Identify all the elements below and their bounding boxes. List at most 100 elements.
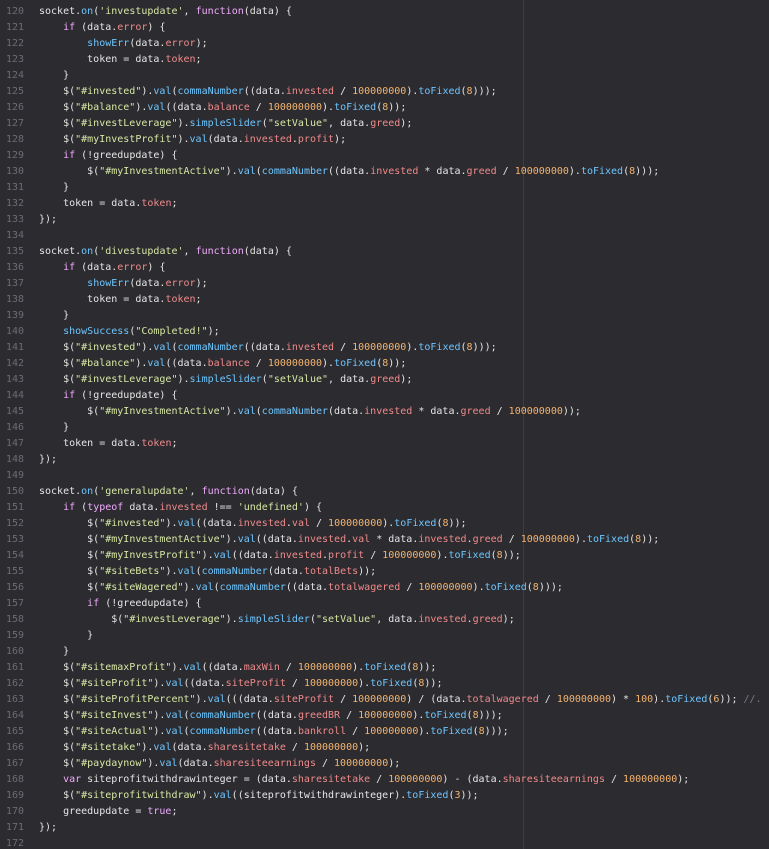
function-token: val xyxy=(189,134,208,145)
code-line[interactable]: 128 $("#myInvestProfit").val(data.invest… xyxy=(0,132,769,148)
line-code: } xyxy=(39,68,69,84)
line-number: 169 xyxy=(5,790,24,801)
code-line[interactable]: 153 $("#myInvestmentActive").val((data.i… xyxy=(0,532,769,548)
property-token: error xyxy=(117,262,148,273)
function-token: commaNumber xyxy=(261,166,329,177)
string-token: "setValue" xyxy=(315,614,377,625)
line-code: $("#balance").val((data.balance / 100000… xyxy=(39,356,406,372)
code-line[interactable]: 164 $("#siteInvest").val(commaNumber((da… xyxy=(0,708,769,724)
code-line[interactable]: 157 if (!greedupdate) { xyxy=(0,596,769,612)
code-text: data. xyxy=(123,502,160,513)
code-line[interactable]: 161 $("#sitemaxProfit").val((data.maxWin… xyxy=(0,660,769,676)
code-line[interactable]: 133}); xyxy=(0,212,769,228)
code-text: ). xyxy=(225,614,238,625)
line-code: showErr(data.error); xyxy=(39,276,207,292)
code-line[interactable]: 147 token = data.token; xyxy=(0,436,769,452)
code-line[interactable]: 127 $("#investLeverage").simpleSlider("s… xyxy=(0,116,769,132)
code-line[interactable]: 168 var siteprofitwithdrawinteger = (dat… xyxy=(0,772,769,788)
code-line[interactable]: 163 $("#siteProfitPercent").val(((data.s… xyxy=(0,692,769,708)
function-token: val xyxy=(183,662,202,673)
code-text: / xyxy=(364,550,383,561)
code-text: ). xyxy=(153,710,166,721)
code-text: $( xyxy=(39,790,76,801)
code-text: ). xyxy=(201,550,214,561)
code-line[interactable]: 162 $("#siteProfit").val((data.siteProfi… xyxy=(0,676,769,692)
code-line[interactable]: 167 $("#paydaynow").val(data.sharesiteea… xyxy=(0,756,769,772)
code-line[interactable]: 134 xyxy=(0,228,769,244)
code-line[interactable]: 155 $("#siteBets").val(commaNumber(data.… xyxy=(0,564,769,580)
code-line[interactable]: 125 $("#invested").val(commaNumber((data… xyxy=(0,84,769,100)
code-text: ); xyxy=(400,118,413,129)
code-line[interactable]: 169 $("#siteprofitwithdraw").val((sitepr… xyxy=(0,788,769,804)
code-text: $( xyxy=(39,518,100,529)
code-line[interactable]: 138 token = data.token; xyxy=(0,292,769,308)
line-number: 136 xyxy=(5,262,24,273)
code-text: ); xyxy=(388,758,401,769)
code-line[interactable]: 123 token = data.token; xyxy=(0,52,769,68)
code-line[interactable]: 170 greedupdate = true; xyxy=(0,804,769,820)
code-line[interactable]: 142 $("#balance").val((data.balance / 10… xyxy=(0,356,769,372)
line-code: $("#sitemaxProfit").val((data.maxWin / 1… xyxy=(39,660,436,676)
code-line[interactable]: 156 $("#siteWagered").val(commaNumber((d… xyxy=(0,580,769,596)
string-token: "#siteProfit" xyxy=(75,678,154,689)
code-line[interactable]: 154 $("#myInvestProfit").val((data.inves… xyxy=(0,548,769,564)
code-line[interactable]: 136 if (data.error) { xyxy=(0,260,769,276)
line-code: if (typeof data.invested !== 'undefined'… xyxy=(39,500,322,516)
code-line[interactable]: 141 $("#invested").val(commaNumber((data… xyxy=(0,340,769,356)
function-token: val xyxy=(147,102,166,113)
code-line[interactable]: 140 showSuccess("Completed!"); xyxy=(0,324,769,340)
code-line[interactable]: 137 showErr(data.error); xyxy=(0,276,769,292)
code-line[interactable]: 126 $("#balance").val((data.balance / 10… xyxy=(0,100,769,116)
code-text: / xyxy=(285,742,304,753)
function-token: val xyxy=(237,166,256,177)
code-line[interactable]: 130 $("#myInvestmentActive").val(commaNu… xyxy=(0,164,769,180)
property-token: error xyxy=(117,22,148,33)
code-line[interactable]: 131 } xyxy=(0,180,769,196)
code-line[interactable]: 152 $("#invested").val((data.invested.va… xyxy=(0,516,769,532)
code-text: $( xyxy=(39,118,76,129)
code-line[interactable]: 160 } xyxy=(0,644,769,660)
code-line[interactable]: 148}); xyxy=(0,452,769,468)
code-text: ). xyxy=(135,358,148,369)
property-token: greed xyxy=(370,118,401,129)
code-line[interactable]: 121 if (data.error) { xyxy=(0,20,769,36)
property-token: invested xyxy=(273,550,323,561)
line-number: 127 xyxy=(5,118,24,129)
code-line[interactable]: 145 $("#myInvestmentActive").val(commaNu… xyxy=(0,404,769,420)
string-token: "#invested" xyxy=(75,342,142,353)
code-text: $( xyxy=(39,582,100,593)
property-token: siteProfit xyxy=(225,678,286,689)
code-text: / xyxy=(490,406,509,417)
code-line[interactable]: 171}); xyxy=(0,820,769,836)
code-text: $( xyxy=(39,358,76,369)
code-line[interactable]: 132 token = data.token; xyxy=(0,196,769,212)
code-line[interactable]: 129 if (!greedupdate) { xyxy=(0,148,769,164)
code-text: ); xyxy=(677,774,690,785)
code-line[interactable]: 172 xyxy=(0,836,769,849)
code-line[interactable]: 166 $("#sitetake").val(data.sharesitetak… xyxy=(0,740,769,756)
code-line[interactable]: 135 socket.on('divestupdate', function(da… xyxy=(0,244,769,260)
line-number: 146 xyxy=(5,422,24,433)
code-line[interactable]: 159 } xyxy=(0,628,769,644)
property-token: balance xyxy=(207,358,250,369)
line-number: 149 xyxy=(5,470,24,481)
code-text: token = data. xyxy=(39,54,166,65)
code-line[interactable]: 158 $("#investLeverage").simpleSlider("s… xyxy=(0,612,769,628)
code-line[interactable]: 139 } xyxy=(0,308,769,324)
code-line[interactable]: 150 socket.on('generalupdate', function(d… xyxy=(0,484,769,500)
code-line[interactable]: 120 socket.on('investupdate', function(da… xyxy=(0,4,769,20)
line-number: 166 xyxy=(5,742,24,753)
code-line[interactable]: 144 if (!greedupdate) { xyxy=(0,388,769,404)
code-editor[interactable]: 120 socket.on('investupdate', function(da… xyxy=(0,0,769,849)
code-line[interactable]: 149 xyxy=(0,468,769,484)
code-line[interactable]: 146 } xyxy=(0,420,769,436)
code-line[interactable]: 143 $("#investLeverage").simpleSlider("s… xyxy=(0,372,769,388)
code-line[interactable]: 124 } xyxy=(0,68,769,84)
code-line[interactable]: 151 if (typeof data.invested !== 'undefi… xyxy=(0,500,769,516)
function-token: toFixed xyxy=(580,166,624,177)
code-line[interactable]: 122 showErr(data.error); xyxy=(0,36,769,52)
code-text: } xyxy=(39,310,70,321)
code-text: ); xyxy=(334,134,347,145)
code-line[interactable]: 165 $("#siteActual").val(commaNumber((da… xyxy=(0,724,769,740)
